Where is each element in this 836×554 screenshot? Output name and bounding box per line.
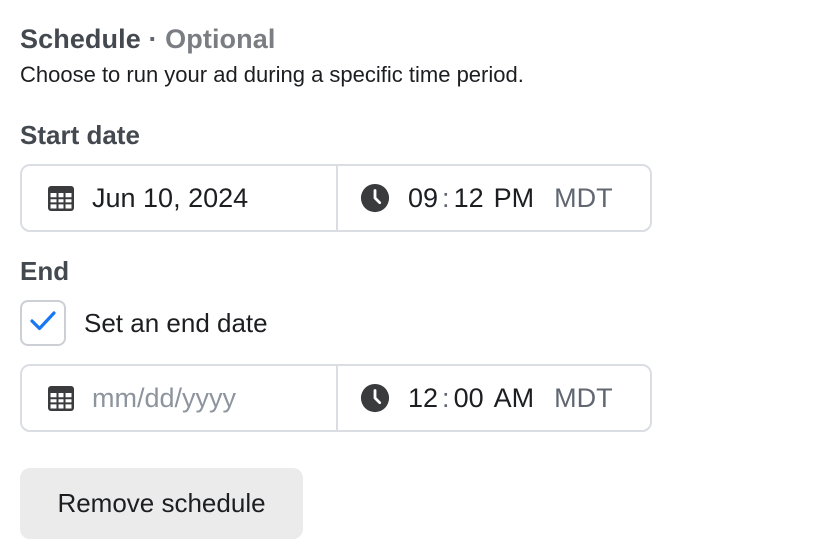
header-separator: · <box>148 24 158 54</box>
calendar-icon <box>46 383 76 413</box>
end-time-parts: 12 : 00 AM MDT <box>408 383 613 414</box>
end-datetime-group: 12 : 00 AM MDT <box>20 364 652 432</box>
start-timezone: MDT <box>554 182 613 213</box>
end-ampm[interactable]: AM <box>494 383 535 414</box>
start-date-label: Start date <box>20 120 140 150</box>
end-minute[interactable]: 00 <box>454 383 484 414</box>
optional-label: Optional <box>165 24 276 54</box>
time-colon: : <box>442 182 450 213</box>
start-ampm[interactable]: PM <box>494 183 535 214</box>
checkmark-icon <box>29 310 57 337</box>
schedule-title: Schedule <box>20 24 141 54</box>
end-date-checkbox-label: Set an end date <box>84 307 268 338</box>
start-time-field[interactable]: 09 : 12 PM MDT <box>338 166 650 230</box>
clock-icon <box>360 183 390 213</box>
end-date-input[interactable] <box>92 382 312 414</box>
remove-schedule-button[interactable]: Remove schedule <box>20 468 303 539</box>
start-hour[interactable]: 09 <box>408 183 438 214</box>
start-date-value: Jun 10, 2024 <box>92 182 249 213</box>
start-datetime-group: Jun 10, 2024 09 : 12 PM MDT <box>20 164 652 232</box>
clock-icon <box>360 383 390 413</box>
time-colon: : <box>442 382 450 413</box>
end-timezone: MDT <box>554 382 613 413</box>
end-date-field[interactable] <box>22 366 338 430</box>
end-label: End <box>20 256 70 286</box>
end-time-field[interactable]: 12 : 00 AM MDT <box>338 366 650 430</box>
end-hour[interactable]: 12 <box>408 383 438 414</box>
schedule-header: Schedule · Optional <box>20 24 275 55</box>
start-date-field[interactable]: Jun 10, 2024 <box>22 166 338 230</box>
start-minute[interactable]: 12 <box>454 183 484 214</box>
schedule-description: Choose to run your ad during a specific … <box>20 62 524 87</box>
end-date-checkbox[interactable] <box>20 300 66 346</box>
calendar-icon <box>46 183 76 213</box>
end-date-checkbox-row[interactable]: Set an end date <box>20 300 268 346</box>
start-time-parts: 09 : 12 PM MDT <box>408 183 613 214</box>
